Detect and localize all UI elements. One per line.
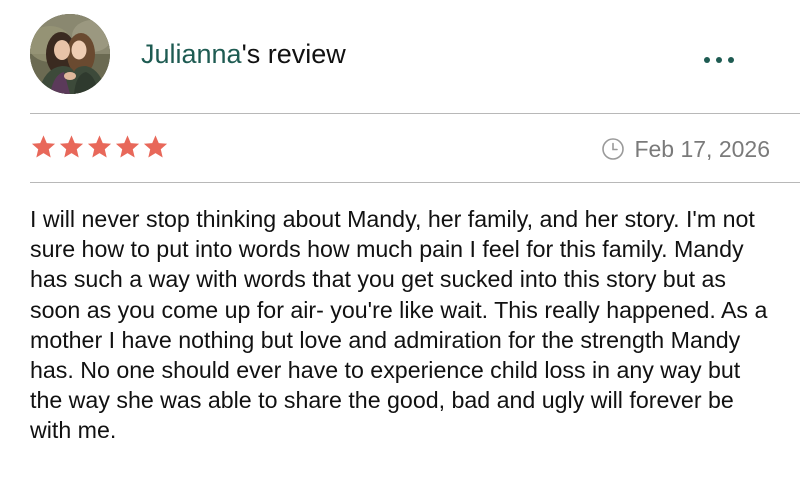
star-rating [30,134,169,162]
avatar-photo [30,14,110,94]
review-title-suffix: 's review [241,39,346,69]
avatar[interactable] [30,14,110,94]
star-icon [30,134,57,162]
meta-divider [30,182,800,183]
clock-icon [601,137,625,161]
star-icon [86,134,113,162]
review-meta: Feb 17, 2026 [0,114,800,182]
review-body: I will never stop thinking about Mandy, … [30,206,768,444]
star-icon [58,134,85,162]
reviewer-name[interactable]: Julianna [141,39,242,69]
review-date-text: Feb 17, 2026 [634,135,770,162]
review-header: Julianna's review [0,0,800,112]
review-date: Feb 17, 2026 [601,134,770,164]
more-options-button[interactable] [696,46,742,74]
review-title: Julianna's review [141,36,346,72]
star-icon [142,134,169,162]
star-icon [114,134,141,162]
